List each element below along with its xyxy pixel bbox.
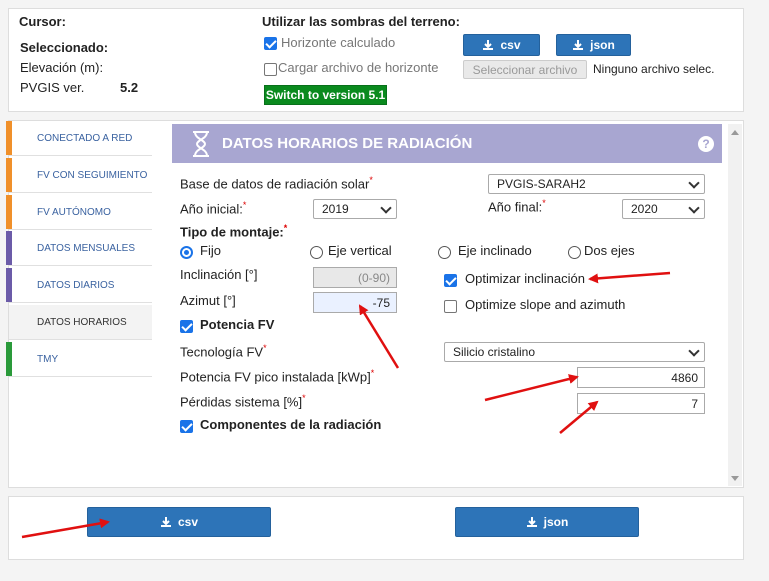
end-year-select[interactable]: 2020 (622, 199, 705, 219)
download-icon (483, 40, 494, 50)
tab-fv-autonomo[interactable]: FV AUTÓNOMO (6, 195, 152, 230)
tab-label: CONECTADO A RED (37, 132, 133, 144)
azimuth-label: Azimut [°] (180, 293, 236, 308)
selected-label: Seleccionado: (20, 40, 109, 55)
tab-label: FV AUTÓNOMO (37, 206, 111, 218)
chevron-down-icon (380, 202, 392, 214)
tab-datos-horarios[interactable]: DATOS HORARIOS (9, 305, 152, 340)
tab-conectado-red[interactable]: CONECTADO A RED (6, 121, 152, 156)
help-icon[interactable]: ? (698, 136, 714, 152)
optimize-slope-azimuth-label: Optimize slope and azimuth (465, 297, 626, 312)
form-header: DATOS HORARIOS DE RADIACIÓN ? (172, 124, 722, 163)
inclination-label: Inclinación [°] (180, 267, 258, 282)
mount-inclined-label: Eje inclinado (458, 243, 532, 258)
mount-vertical-radio[interactable] (310, 244, 323, 260)
tab-label: DATOS MENSUALES (37, 242, 135, 254)
end-year-label: Año final:* (488, 198, 546, 215)
radiation-components-label: Componentes de la radiación (200, 417, 382, 432)
db-select[interactable]: PVGIS-SARAH2 (488, 174, 705, 194)
terrain-shadows-title: Utilizar las sombras del terreno: (262, 14, 460, 29)
end-year-value: 2020 (631, 202, 658, 216)
inclination-input[interactable]: (0-90) (313, 267, 397, 288)
mount-vertical-label: Eje vertical (328, 243, 392, 258)
peak-power-label: Potencia FV pico instalada [kWp]* (180, 368, 375, 385)
calc-horizon-label: Horizonte calculado (281, 35, 396, 50)
tab-tmy[interactable]: TMY (6, 342, 152, 377)
pv-power-label: Potencia FV (200, 317, 275, 332)
download-csv-button[interactable]: csv (87, 507, 271, 537)
scroll-up-icon[interactable] (731, 130, 739, 135)
load-horizon-checkbox[interactable] (264, 61, 277, 77)
azimuth-input[interactable]: -75 (313, 292, 397, 313)
no-file-label: Ninguno archivo selec. (593, 62, 715, 76)
download-icon (573, 40, 584, 50)
chevron-down-icon (688, 202, 700, 214)
tab-label: DATOS DIARIOS (37, 279, 115, 291)
horizon-csv-label: csv (500, 38, 521, 52)
start-year-select[interactable]: 2019 (313, 199, 397, 219)
optimize-inclination-checkbox[interactable] (444, 272, 457, 288)
tab-label: DATOS HORARIOS (37, 316, 127, 328)
scroll-down-icon[interactable] (731, 476, 739, 481)
elevation-label: Elevación (m): (20, 60, 104, 75)
tab-datos-diarios[interactable]: DATOS DIARIOS (6, 268, 152, 303)
switch-version-button[interactable]: Switch to version 5.1 (264, 85, 387, 105)
optimize-inclination-label: Optimizar inclinación (465, 271, 585, 286)
horizon-csv-button[interactable]: csv (463, 34, 540, 56)
scrollbar[interactable] (728, 124, 742, 486)
load-horizon-label: Cargar archivo de horizonte (278, 60, 439, 75)
start-year-value: 2019 (322, 202, 349, 216)
tab-label: FV CON SEGUIMIENTO (37, 169, 148, 181)
tab-label: TMY (37, 353, 59, 365)
horizon-json-button[interactable]: json (556, 34, 631, 56)
system-loss-label: Pérdidas sistema [%]* (180, 393, 306, 410)
db-label: Base de datos de radiación solar* (180, 175, 373, 192)
mount-two-axis-radio[interactable] (568, 244, 581, 260)
pvgis-version-label: PVGIS ver. (20, 80, 85, 95)
download-icon (526, 517, 537, 527)
download-json-button[interactable]: json (455, 507, 639, 537)
calc-horizon-checkbox[interactable] (264, 35, 277, 51)
system-loss-input[interactable]: 7 (577, 393, 705, 414)
db-select-value: PVGIS-SARAH2 (497, 177, 586, 191)
pv-tech-value: Silicio cristalino (453, 345, 536, 359)
mount-inclined-radio[interactable] (438, 244, 451, 260)
form-title: DATOS HORARIOS DE RADIACIÓN (222, 135, 473, 152)
pvgis-version-value: 5.2 (120, 80, 139, 95)
pv-tech-select[interactable]: Silicio cristalino (444, 342, 705, 362)
radiation-components-checkbox[interactable] (180, 418, 193, 434)
cursor-label: Cursor: (19, 14, 66, 29)
peak-power-input[interactable]: 4860 (577, 367, 705, 388)
mount-fixed-label: Fijo (200, 243, 221, 258)
tab-fv-seguimiento[interactable]: FV CON SEGUIMIENTO (6, 158, 152, 193)
pv-power-checkbox[interactable] (180, 318, 193, 334)
download-csv-label: csv (177, 515, 199, 529)
hourglass-icon (193, 130, 209, 157)
optimize-slope-azimuth-checkbox[interactable] (444, 298, 457, 314)
start-year-label: Año inicial:* (180, 200, 247, 217)
pv-tech-label: Tecnología FV* (180, 343, 267, 360)
chevron-down-icon (688, 345, 700, 357)
mount-type-label: Tipo de montaje:* (180, 223, 288, 240)
mount-fixed-radio[interactable] (180, 244, 193, 260)
tab-datos-mensuales[interactable]: DATOS MENSUALES (6, 231, 152, 266)
download-icon (160, 517, 171, 527)
download-json-label: json (543, 515, 569, 529)
horizon-json-label: json (590, 38, 615, 52)
select-file-button[interactable]: Seleccionar archivo (463, 60, 587, 79)
chevron-down-icon (688, 177, 700, 189)
mount-two-axis-label: Dos ejes (584, 243, 635, 258)
